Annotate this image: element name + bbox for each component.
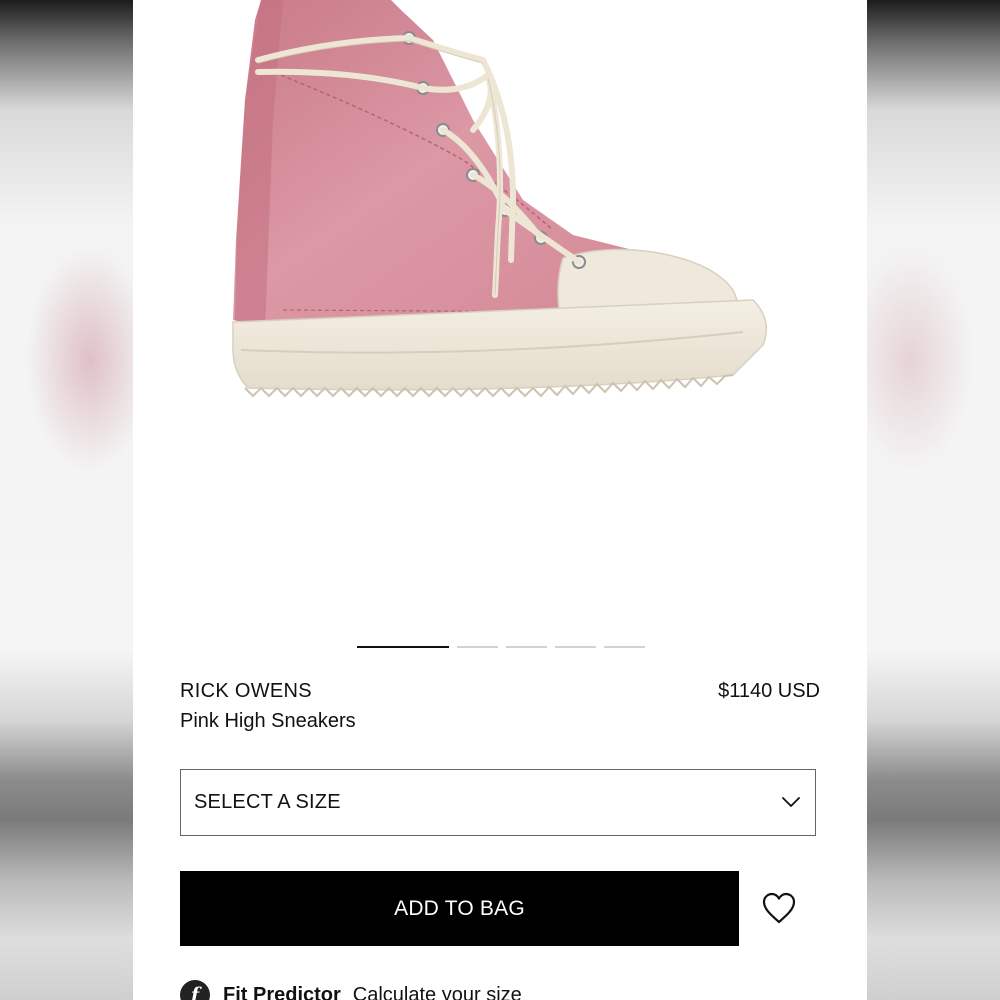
- product-name: Pink High Sneakers: [180, 710, 356, 732]
- fit-predictor-logo-icon: f: [180, 980, 210, 1000]
- fit-predictor[interactable]: f Fit Predictor Calculate your size: [180, 980, 522, 1000]
- fit-predictor-title: Fit Predictor: [223, 983, 341, 1000]
- size-select-label: SELECT A SIZE: [194, 791, 341, 813]
- product-price: $1140 USD: [718, 680, 820, 702]
- add-to-bag-button[interactable]: ADD TO BAG: [180, 871, 739, 946]
- size-select[interactable]: SELECT A SIZE: [180, 769, 816, 836]
- chevron-down-icon: [781, 793, 801, 813]
- product-brand[interactable]: RICK OWENS: [180, 680, 312, 703]
- fit-predictor-cta[interactable]: Calculate your size: [353, 984, 522, 1000]
- carousel-indicator-1[interactable]: [357, 646, 449, 648]
- image-carousel-indicators: [357, 646, 653, 648]
- carousel-indicator-2[interactable]: [457, 646, 498, 648]
- product-page: RICK OWENS Pink High Sneakers $1140 USD …: [133, 0, 867, 1000]
- carousel-indicator-4[interactable]: [555, 646, 596, 648]
- carousel-indicator-3[interactable]: [506, 646, 547, 648]
- heart-icon[interactable]: [761, 891, 797, 925]
- product-image[interactable]: [133, 0, 867, 620]
- carousel-indicator-5[interactable]: [604, 646, 645, 648]
